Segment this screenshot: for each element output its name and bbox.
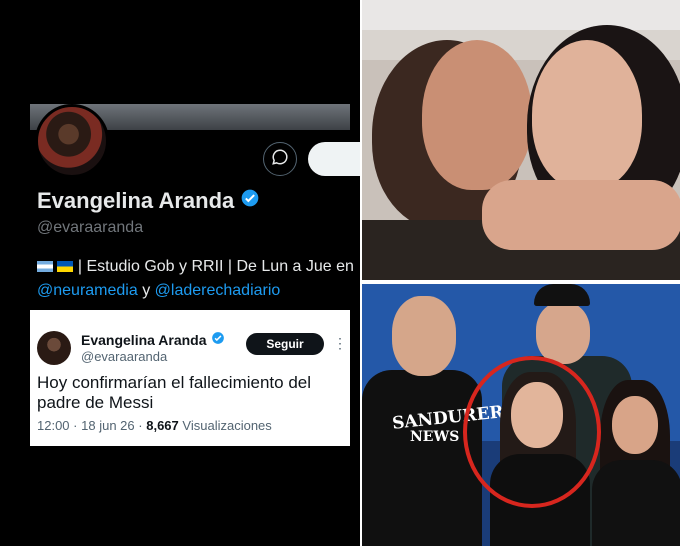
bio-link-neuramedia[interactable]: @neuramedia — [37, 282, 138, 299]
bio-link-laderechadiario[interactable]: @laderechadiario — [155, 282, 281, 299]
message-icon — [271, 148, 289, 171]
meta-separator: · — [73, 418, 78, 433]
person-left-face — [422, 40, 532, 190]
more-options-icon[interactable]: ⋮ — [333, 335, 347, 352]
verified-badge-icon — [240, 188, 260, 214]
tweet-time[interactable]: 12:00 — [37, 418, 70, 433]
tweet-views-label: Visualizaciones — [182, 418, 272, 433]
photo-group-studio: SANDURER NEWS — [362, 284, 680, 546]
bio-text: | Estudio Gob y RRII | De Lun a Jue en — [77, 258, 354, 275]
profile-bio: | Estudio Gob y RRII | De Lun a Jue en @… — [37, 255, 357, 303]
profile-name-row: Evangelina Aranda — [37, 188, 260, 214]
person-man-left: SANDURER NEWS — [362, 284, 505, 546]
profile-screenshot-panel: Evangelina Aranda @evaraaranda | Estudio… — [0, 0, 360, 546]
tweet-date[interactable]: 18 jun 26 — [81, 418, 135, 433]
profile-avatar[interactable] — [35, 104, 109, 178]
verified-badge-icon — [211, 331, 225, 348]
shirt-print-line2: NEWS — [410, 429, 460, 445]
tweet-follow-button[interactable]: Seguir — [246, 333, 324, 355]
ukraine-flag-icon — [57, 261, 74, 273]
photo-two-women-selfie — [362, 0, 680, 280]
profile-name: Evangelina Aranda — [37, 188, 235, 213]
tweet-author-handle[interactable]: @evaraaranda — [81, 349, 167, 364]
tweet-text: Hoy confirmarían el fallecimiento del pa… — [37, 373, 312, 412]
tweet-author-name[interactable]: Evangelina Aranda — [81, 332, 207, 348]
argentina-flag-icon — [37, 261, 53, 273]
profile-handle: @evaraaranda — [37, 219, 144, 236]
tweet-author-row: Evangelina Aranda — [81, 331, 225, 348]
tweet-avatar[interactable] — [37, 331, 71, 365]
message-button[interactable] — [263, 142, 297, 176]
person-right-face — [532, 40, 642, 190]
bio-connector: y — [142, 282, 151, 299]
meta-separator: · — [138, 418, 143, 433]
arm — [482, 180, 680, 250]
follow-button[interactable] — [308, 142, 360, 176]
red-highlight-circle — [463, 356, 601, 508]
tweet-meta: 12:00 · 18 jun 26 · 8,667 Visualizacione… — [37, 418, 272, 433]
tweet-views-count: 8,667 — [146, 418, 179, 433]
tweet-card[interactable]: Evangelina Aranda @evaraaranda Seguir ⋮ … — [30, 310, 350, 446]
